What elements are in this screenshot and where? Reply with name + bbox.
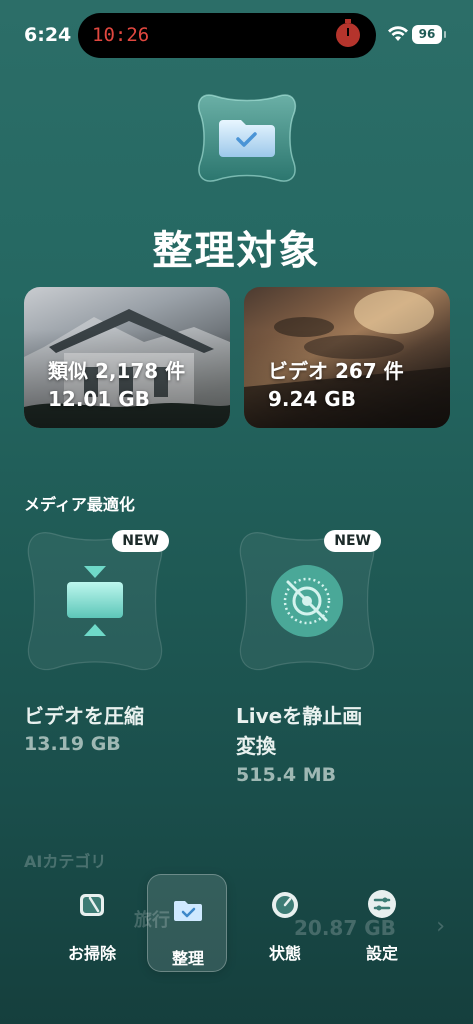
compress-video-tile[interactable]: NEW xyxy=(24,530,169,672)
tab-clean[interactable]: お掃除 xyxy=(52,870,132,968)
tab-label: 設定 xyxy=(365,944,398,963)
battery-indicator: 96 xyxy=(412,25,446,44)
live-to-still-tile[interactable]: NEW xyxy=(236,530,381,672)
live-to-still-size: 515.4 MB xyxy=(236,764,337,786)
status-time: 6:24 xyxy=(24,24,72,46)
videos-count: ビデオ 267 件 xyxy=(268,359,404,383)
toggles-icon xyxy=(368,890,396,918)
folder-check-icon xyxy=(174,901,202,921)
island-timer-text: 10:26 xyxy=(92,24,150,46)
gauge-icon xyxy=(272,892,298,918)
tab-organize[interactable]: 整理 xyxy=(147,874,227,972)
similar-size: 12.01 GB xyxy=(48,387,150,411)
tab-settings[interactable]: 設定 xyxy=(342,870,422,968)
videos-size: 9.24 GB xyxy=(268,387,356,411)
tab-label: 整理 xyxy=(171,949,204,968)
tab-label: お掃除 xyxy=(67,944,116,963)
tab-label: 状態 xyxy=(268,944,301,963)
similar-photos-card[interactable]: 類似 2,178 件 12.01 GB xyxy=(24,287,230,428)
clean-icon xyxy=(80,894,104,916)
compress-video-label: ビデオを圧縮 xyxy=(24,704,144,728)
new-badge: NEW xyxy=(324,530,381,552)
compress-video-size: 13.19 GB xyxy=(24,733,121,755)
wifi-icon xyxy=(388,26,408,41)
media-optimization-title: メディア最適化 xyxy=(24,495,135,514)
tab-status[interactable]: 状態 xyxy=(245,870,325,968)
live-to-still-label: Liveを静止画 xyxy=(236,704,363,728)
tab-bar: お掃除 整理 状態 設定 xyxy=(0,870,473,972)
live-to-still-label-line2: 変換 xyxy=(236,734,276,758)
similar-count: 類似 2,178 件 xyxy=(48,359,186,383)
ai-category-title: AIカテゴリ xyxy=(24,852,107,871)
status-bar: 6:24 10:26 96 xyxy=(0,0,473,70)
new-badge: NEW xyxy=(112,530,169,552)
dynamic-island[interactable]: 10:26 xyxy=(78,13,376,58)
page-title: 整理対象 xyxy=(152,228,321,274)
videos-card[interactable]: ビデオ 267 件 9.24 GB xyxy=(244,287,450,428)
timer-icon xyxy=(336,19,360,47)
folder-check-hero-icon xyxy=(197,94,297,182)
